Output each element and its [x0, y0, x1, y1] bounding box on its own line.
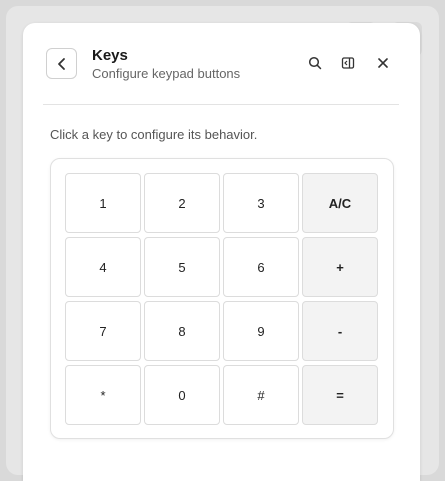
close-icon — [378, 58, 388, 68]
keypad: 1 2 3 A/C 4 5 6 + 7 8 9 - * 0 # = — [50, 158, 394, 439]
panel-toggle-button[interactable] — [339, 54, 357, 72]
key-plus[interactable]: + — [302, 237, 378, 297]
key-hash[interactable]: # — [223, 365, 299, 425]
key-5[interactable]: 5 — [144, 237, 220, 297]
back-button[interactable] — [46, 48, 77, 79]
panel-subtitle: Configure keypad buttons — [92, 66, 241, 81]
panel-toggle-icon — [341, 57, 355, 69]
search-icon — [308, 56, 322, 70]
key-3[interactable]: 3 — [223, 173, 299, 233]
key-4[interactable]: 4 — [65, 237, 141, 297]
keys-panel: Keys Configure keypad buttons Click a ke… — [23, 23, 420, 481]
key-8[interactable]: 8 — [144, 301, 220, 361]
key-7[interactable]: 7 — [65, 301, 141, 361]
key-star[interactable]: * — [65, 365, 141, 425]
instruction-text: Click a key to configure its behavior. — [50, 127, 258, 142]
key-2[interactable]: 2 — [144, 173, 220, 233]
header-divider — [43, 104, 399, 105]
back-chevron-icon — [57, 57, 65, 70]
key-clear[interactable]: A/C — [302, 173, 378, 233]
key-1[interactable]: 1 — [65, 173, 141, 233]
key-equals[interactable]: = — [302, 365, 378, 425]
keypad-grid: 1 2 3 A/C 4 5 6 + 7 8 9 - * 0 # = — [65, 173, 378, 425]
panel-title: Keys — [92, 47, 128, 64]
key-9[interactable]: 9 — [223, 301, 299, 361]
search-button[interactable] — [306, 54, 324, 72]
key-minus[interactable]: - — [302, 301, 378, 361]
close-button[interactable] — [374, 54, 392, 72]
key-6[interactable]: 6 — [223, 237, 299, 297]
key-0[interactable]: 0 — [144, 365, 220, 425]
